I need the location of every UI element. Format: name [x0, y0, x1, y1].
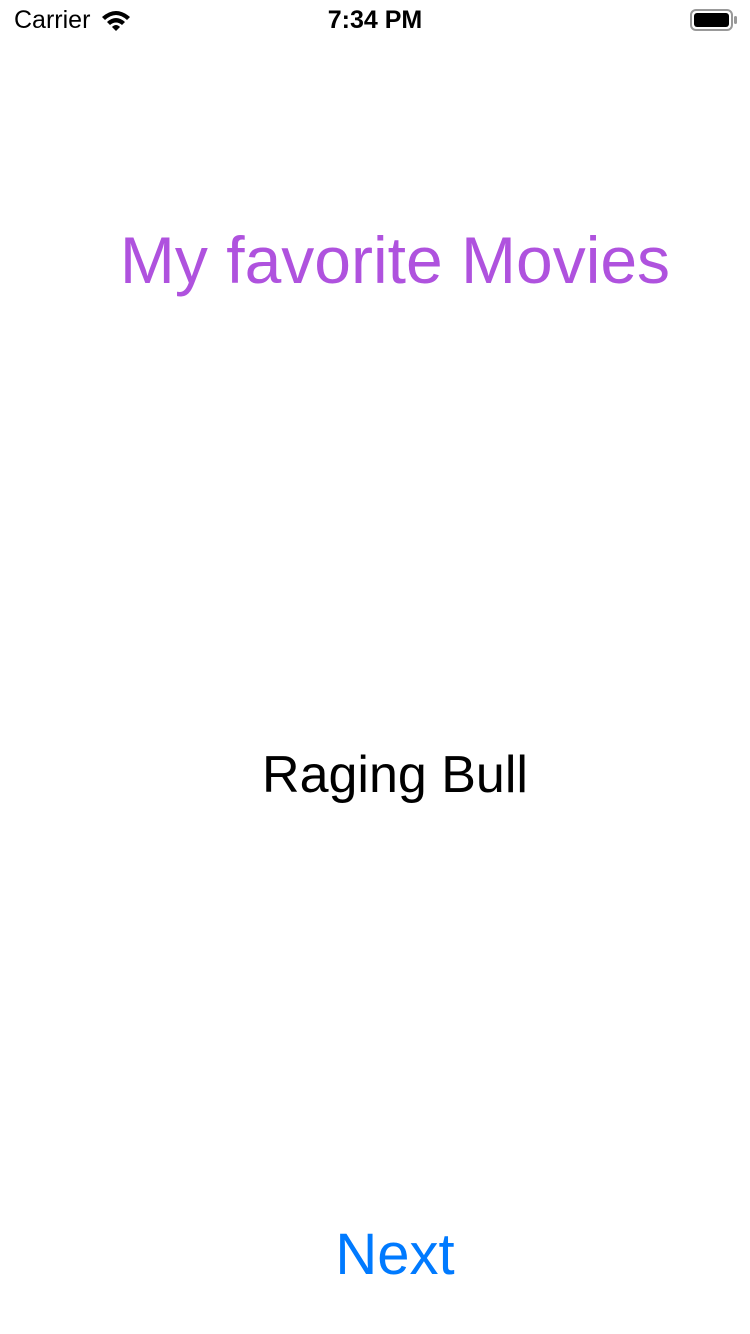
next-button[interactable]: Next: [295, 1220, 495, 1290]
status-time: 7:34 PM: [327, 6, 423, 34]
page-title: My favorite Movies: [119, 223, 671, 297]
movie-name-label: Raging Bull: [262, 746, 528, 804]
battery-icon: [690, 8, 738, 32]
status-bar: Carrier 7:34 PM: [0, 0, 750, 40]
